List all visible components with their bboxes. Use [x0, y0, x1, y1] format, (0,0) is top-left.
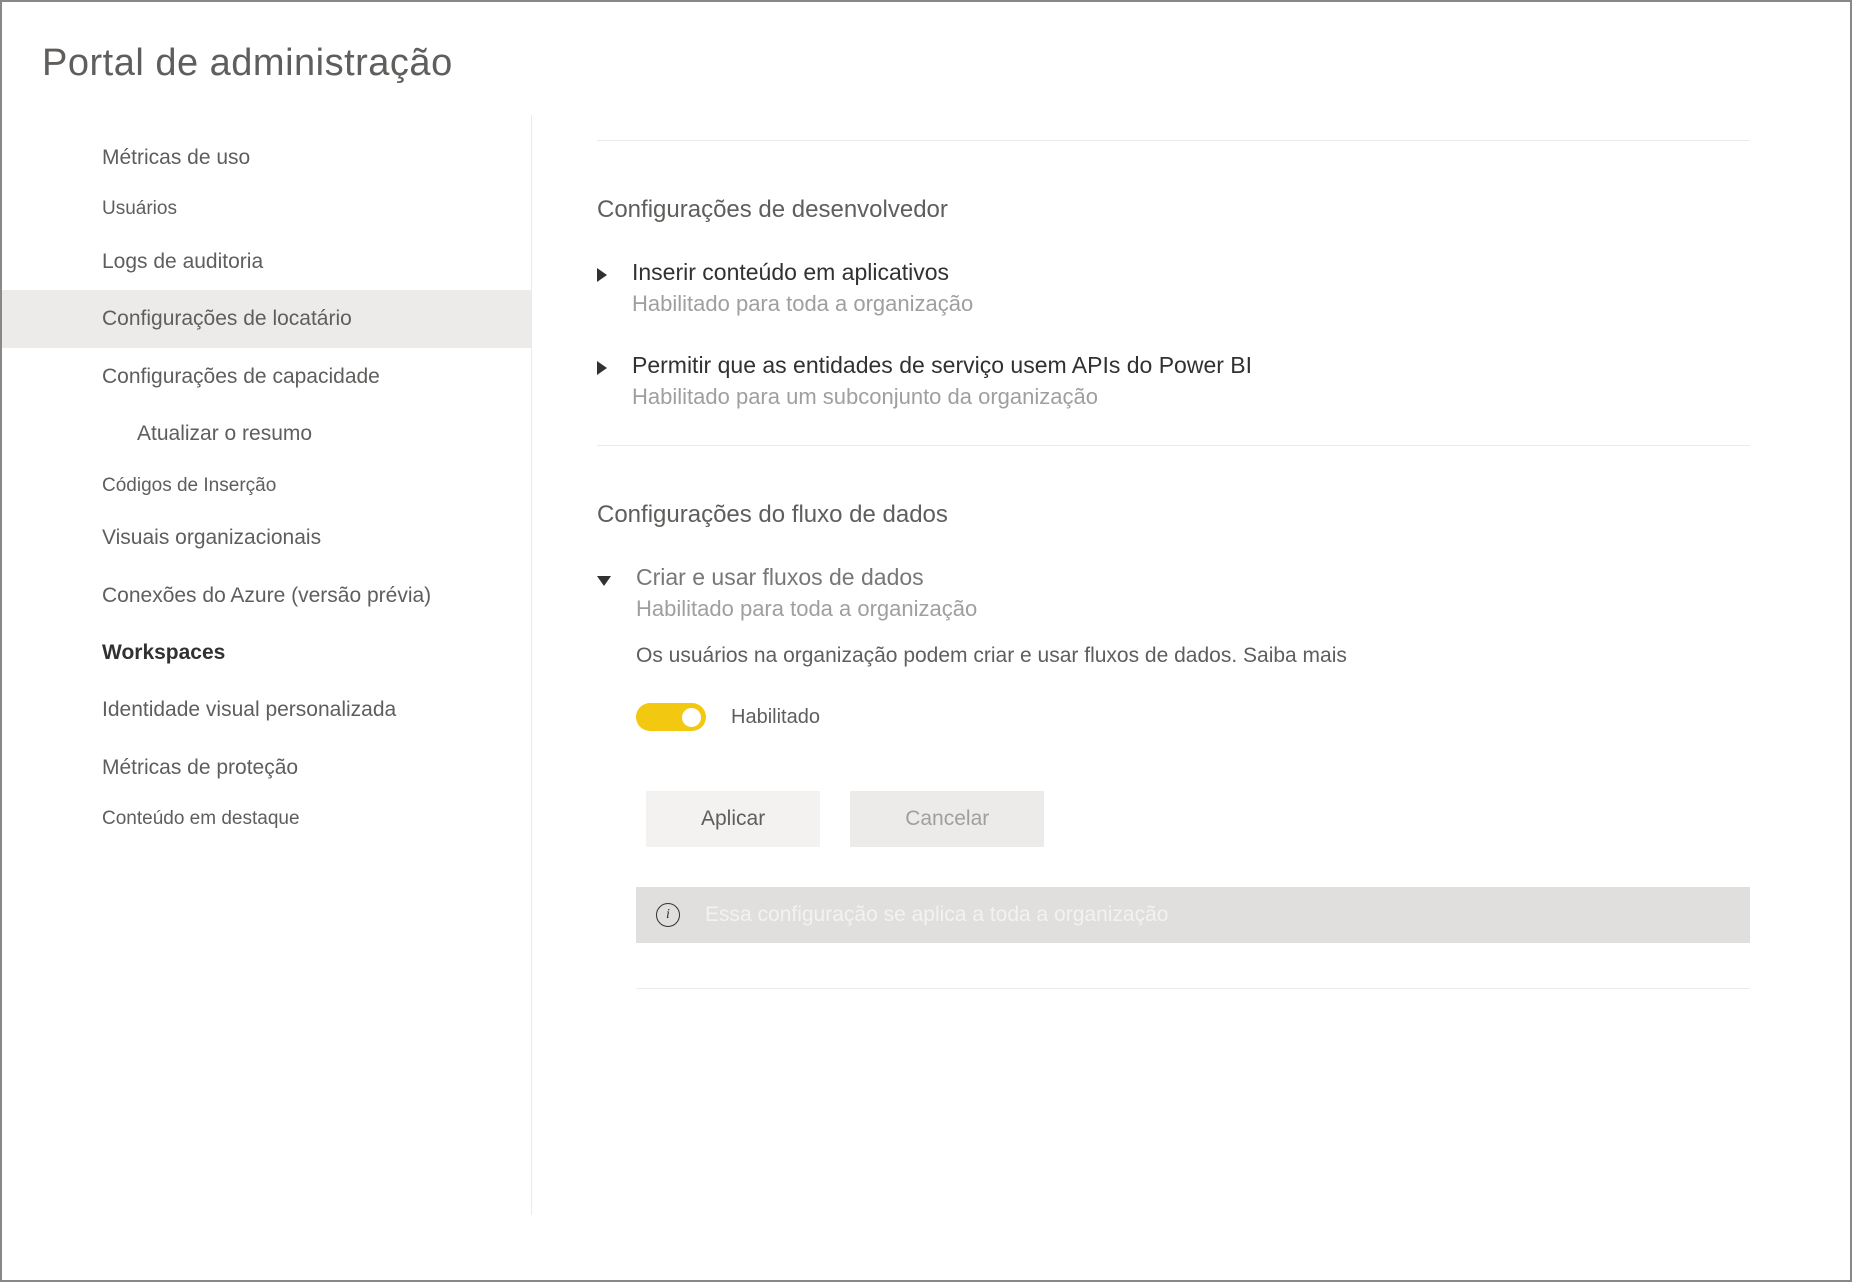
sidebar-item-org-visuals[interactable]: Visuais organizacionais: [2, 509, 531, 566]
setting-name: Permitir que as entidades de serviço use…: [632, 352, 1750, 379]
enabled-toggle[interactable]: [636, 703, 706, 731]
setting-content: Criar e usar fluxos de dados Habilitado …: [636, 564, 1750, 989]
chevron-right-icon[interactable]: [597, 268, 607, 282]
setting-name: Inserir conteúdo em aplicativos: [632, 259, 1750, 286]
setting-description: Os usuários na organização podem criar e…: [636, 644, 1750, 668]
setting-content: Inserir conteúdo em aplicativos Habilita…: [632, 259, 1750, 317]
setting-content: Permitir que as entidades de serviço use…: [632, 352, 1750, 410]
button-row: Aplicar Cancelar: [646, 791, 1750, 847]
toggle-knob: [682, 708, 701, 727]
toggle-row: Habilitado: [636, 703, 1750, 731]
page-title: Portal de administração: [2, 2, 1850, 115]
info-text: Essa configuração se aplica a toda a org…: [705, 903, 1168, 927]
setting-status: Habilitado para toda a organização: [632, 291, 1750, 317]
info-banner: i Essa configuração se aplica a toda a o…: [636, 887, 1750, 943]
developer-settings-title: Configurações de desenvolvedor: [597, 196, 1750, 224]
layout-container: Métricas de uso Usuários Logs de auditor…: [2, 115, 1850, 1215]
toggle-label: Habilitado: [731, 706, 820, 729]
setting-create-dataflows: Criar e usar fluxos de dados Habilitado …: [597, 564, 1750, 989]
sidebar-item-workspaces[interactable]: Workspaces: [2, 624, 531, 681]
sidebar-item-metrics[interactable]: Métricas de uso: [2, 129, 531, 186]
sidebar-item-audit-logs[interactable]: Logs de auditoria: [2, 233, 531, 290]
sidebar-item-protection-metrics[interactable]: Métricas de proteção: [2, 739, 531, 796]
sidebar-item-update-summary[interactable]: Atualizar o resumo: [2, 405, 531, 462]
sidebar-item-tenant-settings[interactable]: Configurações de locatário: [2, 290, 531, 347]
chevron-right-icon[interactable]: [597, 361, 607, 375]
sidebar-item-azure-connections[interactable]: Conexões do Azure (versão prévia): [2, 567, 531, 624]
setting-service-principal[interactable]: Permitir que as entidades de serviço use…: [597, 352, 1750, 410]
divider: [597, 140, 1750, 141]
setting-embed-content[interactable]: Inserir conteúdo em aplicativos Habilita…: [597, 259, 1750, 317]
dataflow-settings-title: Configurações do fluxo de dados: [597, 501, 1750, 529]
setting-name: Criar e usar fluxos de dados: [636, 564, 1750, 591]
divider: [636, 988, 1750, 989]
sidebar-item-users[interactable]: Usuários: [2, 186, 531, 233]
sidebar-item-featured-content[interactable]: Conteúdo em destaque: [2, 796, 531, 843]
chevron-down-icon[interactable]: [597, 576, 611, 586]
sidebar-item-capacity-settings[interactable]: Configurações de capacidade: [2, 348, 531, 405]
main-content: Configurações de desenvolvedor Inserir c…: [532, 115, 1810, 1215]
sidebar-item-embed-codes[interactable]: Códigos de Inserção: [2, 463, 531, 510]
setting-status: Habilitado para um subconjunto da organi…: [632, 384, 1750, 410]
sidebar-item-custom-branding[interactable]: Identidade visual personalizada: [2, 681, 531, 738]
divider: [597, 445, 1750, 446]
sidebar: Métricas de uso Usuários Logs de auditor…: [2, 115, 532, 1215]
info-icon: i: [656, 903, 680, 927]
learn-more-link[interactable]: Saiba mais: [1243, 644, 1347, 667]
apply-button[interactable]: Aplicar: [646, 791, 820, 847]
setting-status: Habilitado para toda a organização: [636, 596, 1750, 622]
cancel-button[interactable]: Cancelar: [850, 791, 1044, 847]
